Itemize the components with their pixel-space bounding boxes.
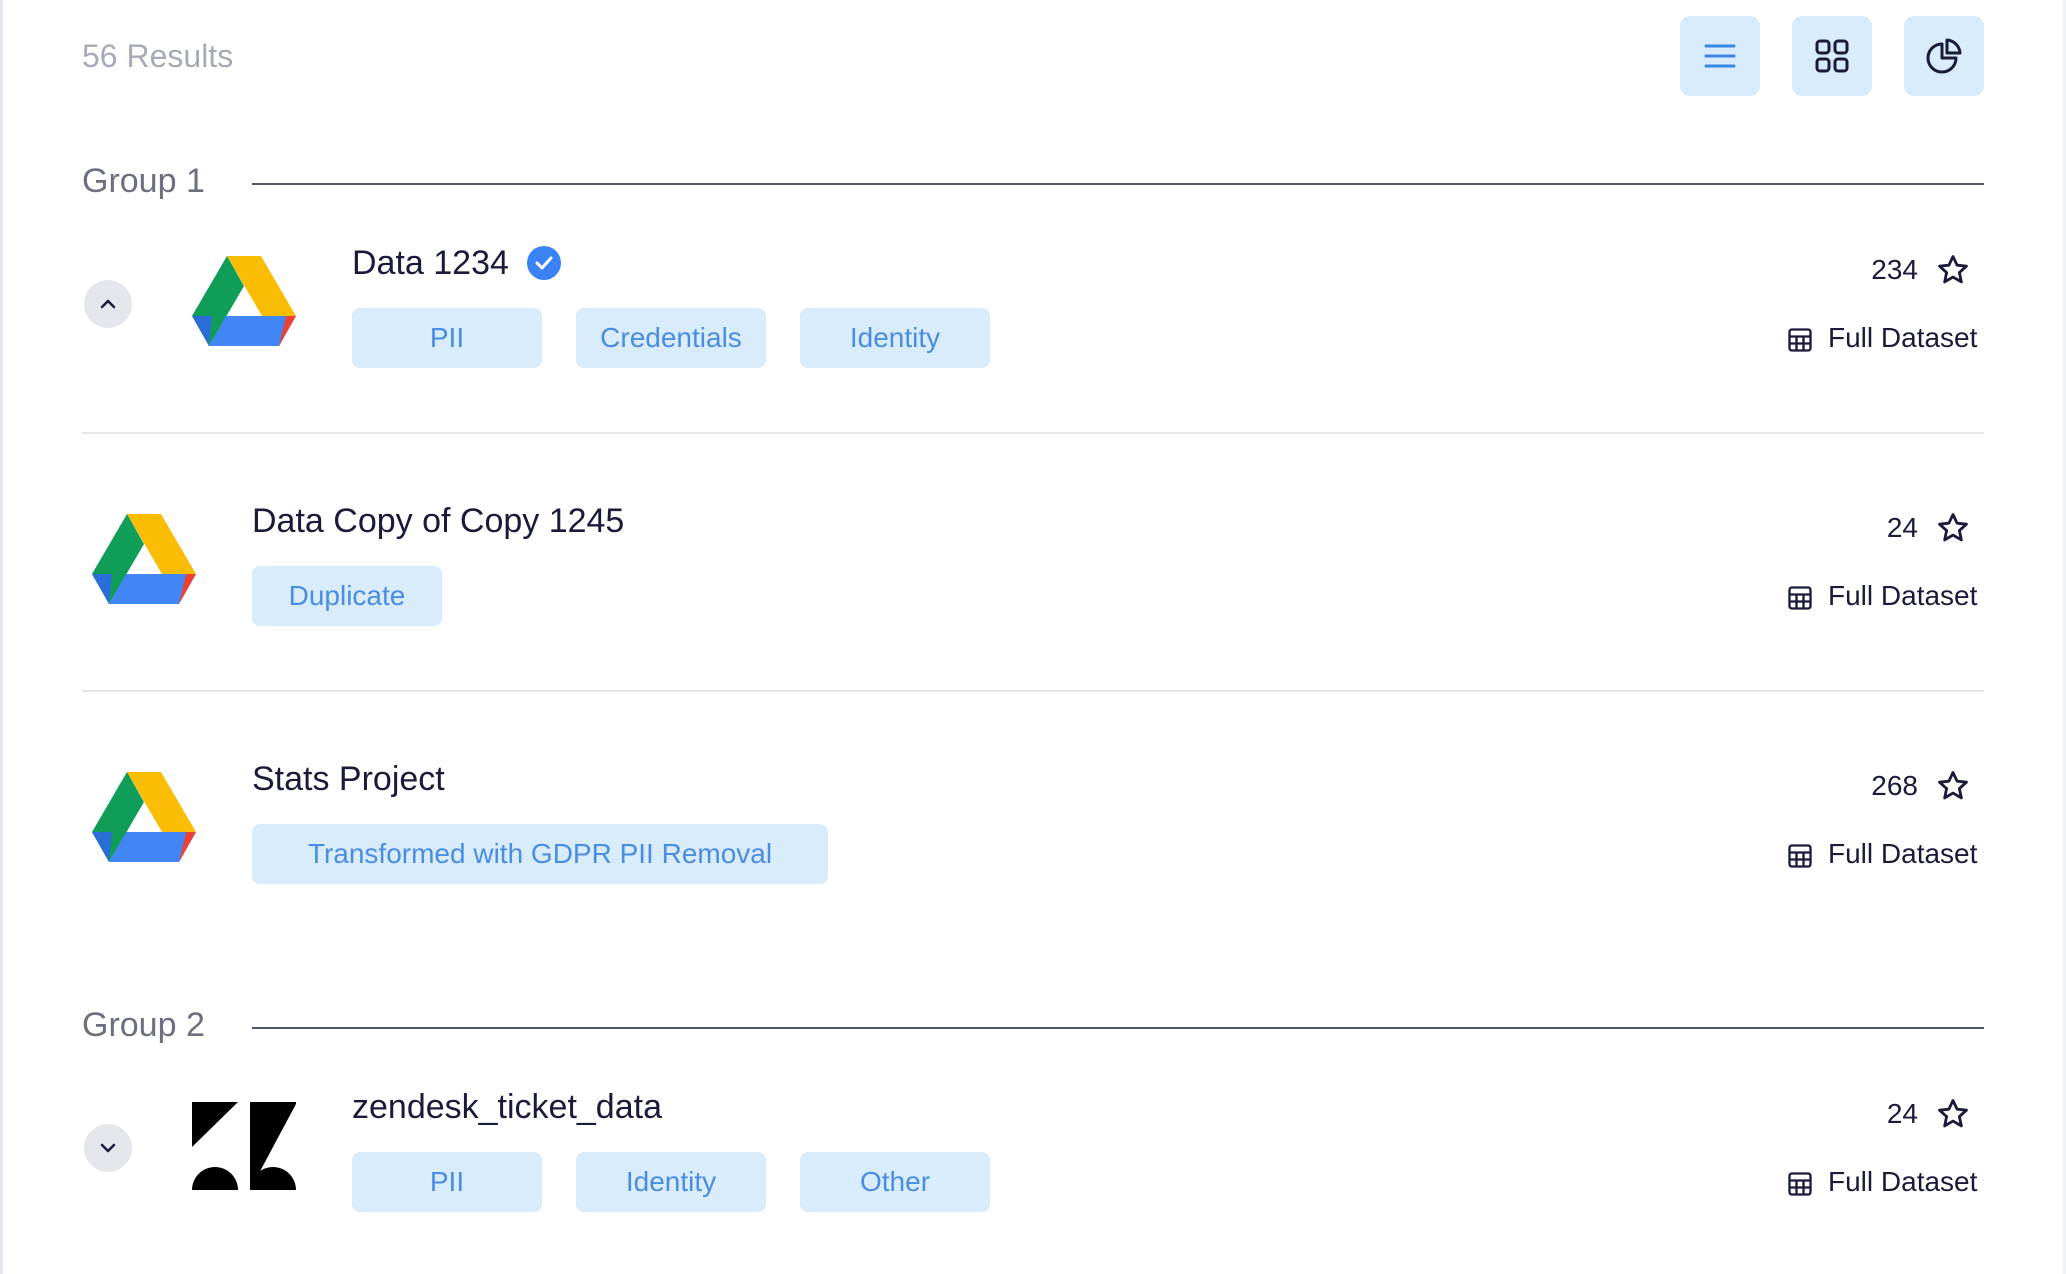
star-icon[interactable]	[1936, 511, 1970, 545]
tag-chip[interactable]: Duplicate	[252, 566, 442, 626]
zendesk-logo	[192, 1102, 296, 1190]
verified-badge-icon	[527, 246, 561, 280]
item-count: 24	[1886, 512, 1918, 543]
item-count: 24	[1886, 1098, 1918, 1129]
dataset-label[interactable]: Full Dataset	[1828, 580, 1977, 612]
item-title[interactable]: Data 1234	[352, 244, 509, 283]
google-drive-logo	[92, 514, 196, 604]
tag-chip[interactable]: Transformed with GDPR PII Removal	[252, 824, 828, 884]
tag-chip[interactable]: Other	[800, 1152, 990, 1212]
item-title[interactable]: zendesk_ticket_data	[352, 1088, 662, 1127]
group-divider	[252, 183, 1984, 185]
item-title[interactable]: Data Copy of Copy 1245	[252, 502, 624, 541]
results-count: 56 Results	[82, 38, 234, 74]
left-border	[0, 0, 3, 1274]
star-icon[interactable]	[1936, 1097, 1970, 1131]
group-label: Group 2	[82, 1006, 205, 1044]
dataset-label[interactable]: Full Dataset	[1828, 322, 1977, 354]
table-icon	[1788, 586, 1812, 610]
dataset-label[interactable]: Full Dataset	[1828, 1166, 1977, 1198]
dataset-label[interactable]: Full Dataset	[1828, 838, 1977, 870]
list-view-button[interactable]	[1680, 16, 1760, 96]
chevron-down-icon	[100, 1143, 116, 1153]
table-icon	[1788, 328, 1812, 352]
pie-chart-icon	[1926, 38, 1962, 74]
grid-view-button[interactable]	[1792, 16, 1872, 96]
item-count: 268	[1871, 770, 1918, 801]
star-icon[interactable]	[1936, 253, 1970, 287]
group-divider	[252, 1027, 1984, 1029]
tag-chip[interactable]: Identity	[800, 308, 990, 368]
star-icon[interactable]	[1936, 769, 1970, 803]
group-label: Group 1	[82, 162, 205, 200]
tag-chip[interactable]: PII	[352, 308, 542, 368]
expand-toggle-button[interactable]	[84, 1124, 132, 1172]
row-divider	[82, 432, 1984, 434]
item-count: 234	[1871, 254, 1918, 285]
table-icon	[1788, 1172, 1812, 1196]
tag-chip[interactable]: PII	[352, 1152, 542, 1212]
collapse-toggle-button[interactable]	[84, 280, 132, 328]
tag-chip[interactable]: Identity	[576, 1152, 766, 1212]
tag-chip[interactable]: Credentials	[576, 308, 766, 368]
chart-view-button[interactable]	[1904, 16, 1984, 96]
google-drive-logo	[192, 256, 296, 346]
grid-icon	[1815, 39, 1849, 73]
google-drive-logo	[92, 772, 196, 862]
row-divider	[82, 690, 1984, 692]
item-title[interactable]: Stats Project	[252, 760, 445, 799]
list-icon	[1704, 44, 1736, 68]
table-icon	[1788, 844, 1812, 868]
chevron-up-icon	[100, 299, 116, 309]
